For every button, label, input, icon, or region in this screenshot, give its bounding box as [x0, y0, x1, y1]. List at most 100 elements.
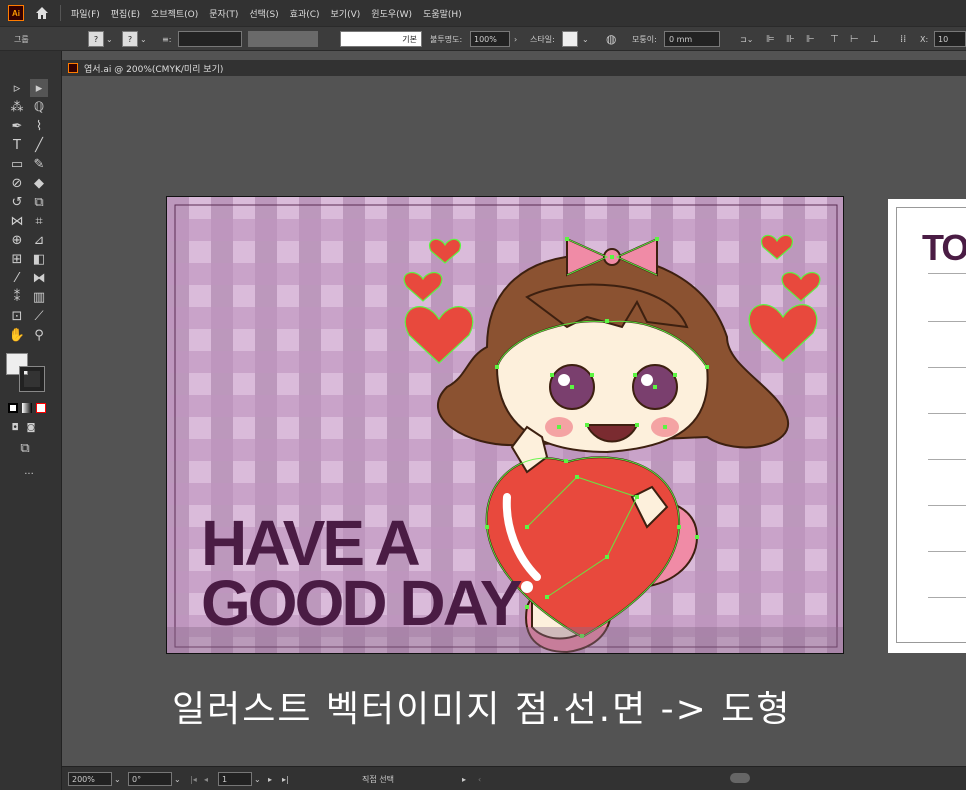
menu-window[interactable]: 윈도우(W): [371, 7, 412, 20]
perspective-grid-tool-icon[interactable]: ⊿: [30, 231, 48, 249]
color-mode-icon[interactable]: [8, 403, 18, 413]
rectangle-tool-icon[interactable]: ▭: [8, 155, 26, 173]
align-top-icon[interactable]: ⊤: [830, 31, 839, 47]
align-center-icon[interactable]: ⊪: [786, 31, 795, 47]
corner-radius-input[interactable]: 0 mm: [664, 31, 720, 47]
selection-tool-icon[interactable]: ▹: [8, 79, 26, 97]
address-line: [928, 459, 966, 460]
corner-label: 모퉁이:: [632, 34, 657, 44]
recolor-artwork-icon[interactable]: ◍: [606, 31, 616, 47]
menu-object[interactable]: 오브젝트(O): [151, 7, 198, 20]
lasso-tool-icon[interactable]: ℚ: [30, 98, 48, 116]
artboard-tool-icon[interactable]: ⊡: [8, 307, 26, 325]
rotate-tool-icon[interactable]: ↺: [8, 193, 26, 211]
stroke-color-swatch[interactable]: [19, 366, 45, 392]
chevron-right-icon[interactable]: ›: [514, 31, 517, 47]
menu-edit[interactable]: 편집(E): [111, 7, 140, 20]
brush-definition-dropdown[interactable]: 기본: [340, 31, 422, 47]
canvas[interactable]: HAVE A GOOD DAY TO 일러스트 벡터이미지 점.선.면 -> 도…: [62, 76, 966, 766]
gradient-tool-icon[interactable]: ◧: [30, 250, 48, 268]
align-middle-icon[interactable]: ⊢: [850, 31, 859, 47]
x-input[interactable]: 10: [934, 31, 966, 47]
current-tool-label: 직접 선택: [362, 774, 394, 784]
align-left-icon[interactable]: ⊫: [766, 31, 775, 47]
menu-select[interactable]: 선택(S): [249, 7, 278, 20]
fill-swatch[interactable]: ?: [88, 31, 104, 47]
style-swatch[interactable]: [562, 31, 578, 47]
last-artboard-icon[interactable]: ▸|: [282, 772, 289, 786]
gradient-mode-icon[interactable]: [22, 403, 32, 413]
chevron-down-icon[interactable]: ⌄: [114, 772, 121, 786]
curvature-tool-icon[interactable]: ⌇: [30, 117, 48, 135]
previous-artboard-icon[interactable]: ◂: [204, 772, 208, 786]
variable-width-profile[interactable]: [248, 31, 318, 47]
menu-separator: [60, 5, 61, 21]
line-tool-icon[interactable]: ╱: [30, 136, 48, 154]
scale-tool-icon[interactable]: ⧉: [30, 193, 48, 211]
reference-point-icon[interactable]: ⁞⁞: [900, 31, 906, 47]
menu-type[interactable]: 문자(T): [209, 7, 238, 20]
slice-tool-icon[interactable]: ⟋: [30, 307, 48, 325]
chevron-down-icon[interactable]: ⌄: [582, 31, 589, 47]
paintbrush-tool-icon[interactable]: ✎: [30, 155, 48, 173]
home-icon[interactable]: [34, 5, 50, 21]
mesh-tool-icon[interactable]: ⊞: [8, 250, 26, 268]
artboard-postcard[interactable]: HAVE A GOOD DAY: [166, 196, 844, 654]
eraser-tool-icon[interactable]: ◆: [30, 174, 48, 192]
chevron-down-icon[interactable]: ⌄: [254, 772, 261, 786]
eyedropper-tool-icon[interactable]: ⁄: [8, 269, 26, 287]
artboard-number-input[interactable]: 1: [218, 772, 252, 786]
first-artboard-icon[interactable]: |◂: [190, 772, 197, 786]
column-graph-tool-icon[interactable]: ▥: [30, 288, 48, 306]
transform-icon[interactable]: ⊐⌄: [740, 31, 753, 47]
chevron-right-icon[interactable]: ▸: [462, 772, 466, 786]
document-area: 엽서.ai @ 200%(CMYK/미리 보기) HAVE A GOOD DAY…: [62, 51, 966, 790]
horizontal-scrollbar-thumb[interactable]: [730, 773, 750, 783]
menu-effect[interactable]: 효과(C): [290, 7, 320, 20]
scroll-left-icon[interactable]: ‹: [478, 772, 481, 786]
direct-selection-tool-icon[interactable]: ▸: [30, 79, 48, 97]
none-mode-icon[interactable]: [36, 403, 46, 413]
illustrator-window: Ai 파일(F) 편집(E) 오브젝트(O) 문자(T) 선택(S) 효과(C)…: [0, 0, 966, 790]
menu-bar: Ai 파일(F) 편집(E) 오브젝트(O) 문자(T) 선택(S) 효과(C)…: [0, 0, 966, 26]
opacity-input[interactable]: 100%: [470, 31, 510, 47]
align-bottom-icon[interactable]: ⊥: [870, 31, 879, 47]
address-line: [928, 273, 966, 274]
pen-tool-icon[interactable]: ✒: [8, 117, 26, 135]
chevron-down-icon[interactable]: ⌄: [140, 31, 147, 47]
chevron-down-icon[interactable]: ⌄: [106, 31, 113, 47]
x-label: X:: [920, 34, 929, 44]
screen-mode-icon[interactable]: ⧉: [16, 439, 34, 457]
symbol-sprayer-tool-icon[interactable]: ⁑: [8, 288, 26, 306]
rotation-input[interactable]: 0°: [128, 772, 172, 786]
control-bar: 그룹 ? ⌄ ? ⌄ ≡: 기본 불투명도: 100% › 스타일: ⌄ ◍ 모…: [0, 26, 966, 51]
draw-behind-icon[interactable]: ◙: [22, 419, 40, 437]
postcard-artwork[interactable]: HAVE A GOOD DAY: [167, 197, 844, 654]
hand-tool-icon[interactable]: ✋: [8, 326, 26, 344]
shape-builder-tool-icon[interactable]: ⊕: [8, 231, 26, 249]
stroke-style-label: 기본: [402, 34, 417, 44]
more-tools-icon[interactable]: ···: [20, 465, 38, 483]
artboard-address-side[interactable]: TO: [888, 199, 966, 653]
stroke-swatch[interactable]: ?: [122, 31, 138, 47]
shaper-tool-icon[interactable]: ⊘: [8, 174, 26, 192]
type-tool-icon[interactable]: T: [8, 136, 26, 154]
selection-type-label: 그룹: [14, 34, 29, 44]
caption-overlay: 일러스트 벡터이미지 점.선.면 -> 도형: [172, 689, 792, 730]
zoom-tool-icon[interactable]: ⚲: [30, 326, 48, 344]
bottom-band: [167, 627, 843, 653]
document-tab[interactable]: 엽서.ai @ 200%(CMYK/미리 보기): [62, 60, 966, 76]
free-transform-tool-icon[interactable]: ⌗: [30, 212, 48, 230]
menu-file[interactable]: 파일(F): [71, 7, 100, 20]
menu-help[interactable]: 도움말(H): [423, 7, 462, 20]
address-line: [928, 597, 966, 598]
stroke-weight-input[interactable]: [178, 31, 242, 47]
zoom-input[interactable]: 200%: [68, 772, 112, 786]
chevron-down-icon[interactable]: ⌄: [174, 772, 181, 786]
menu-view[interactable]: 보기(V): [331, 7, 361, 20]
align-right-icon[interactable]: ⊩: [806, 31, 815, 47]
width-tool-icon[interactable]: ⋈: [8, 212, 26, 230]
magic-wand-tool-icon[interactable]: ⁂: [8, 98, 26, 116]
next-artboard-icon[interactable]: ▸: [268, 772, 272, 786]
blend-tool-icon[interactable]: ⧓: [30, 269, 48, 287]
